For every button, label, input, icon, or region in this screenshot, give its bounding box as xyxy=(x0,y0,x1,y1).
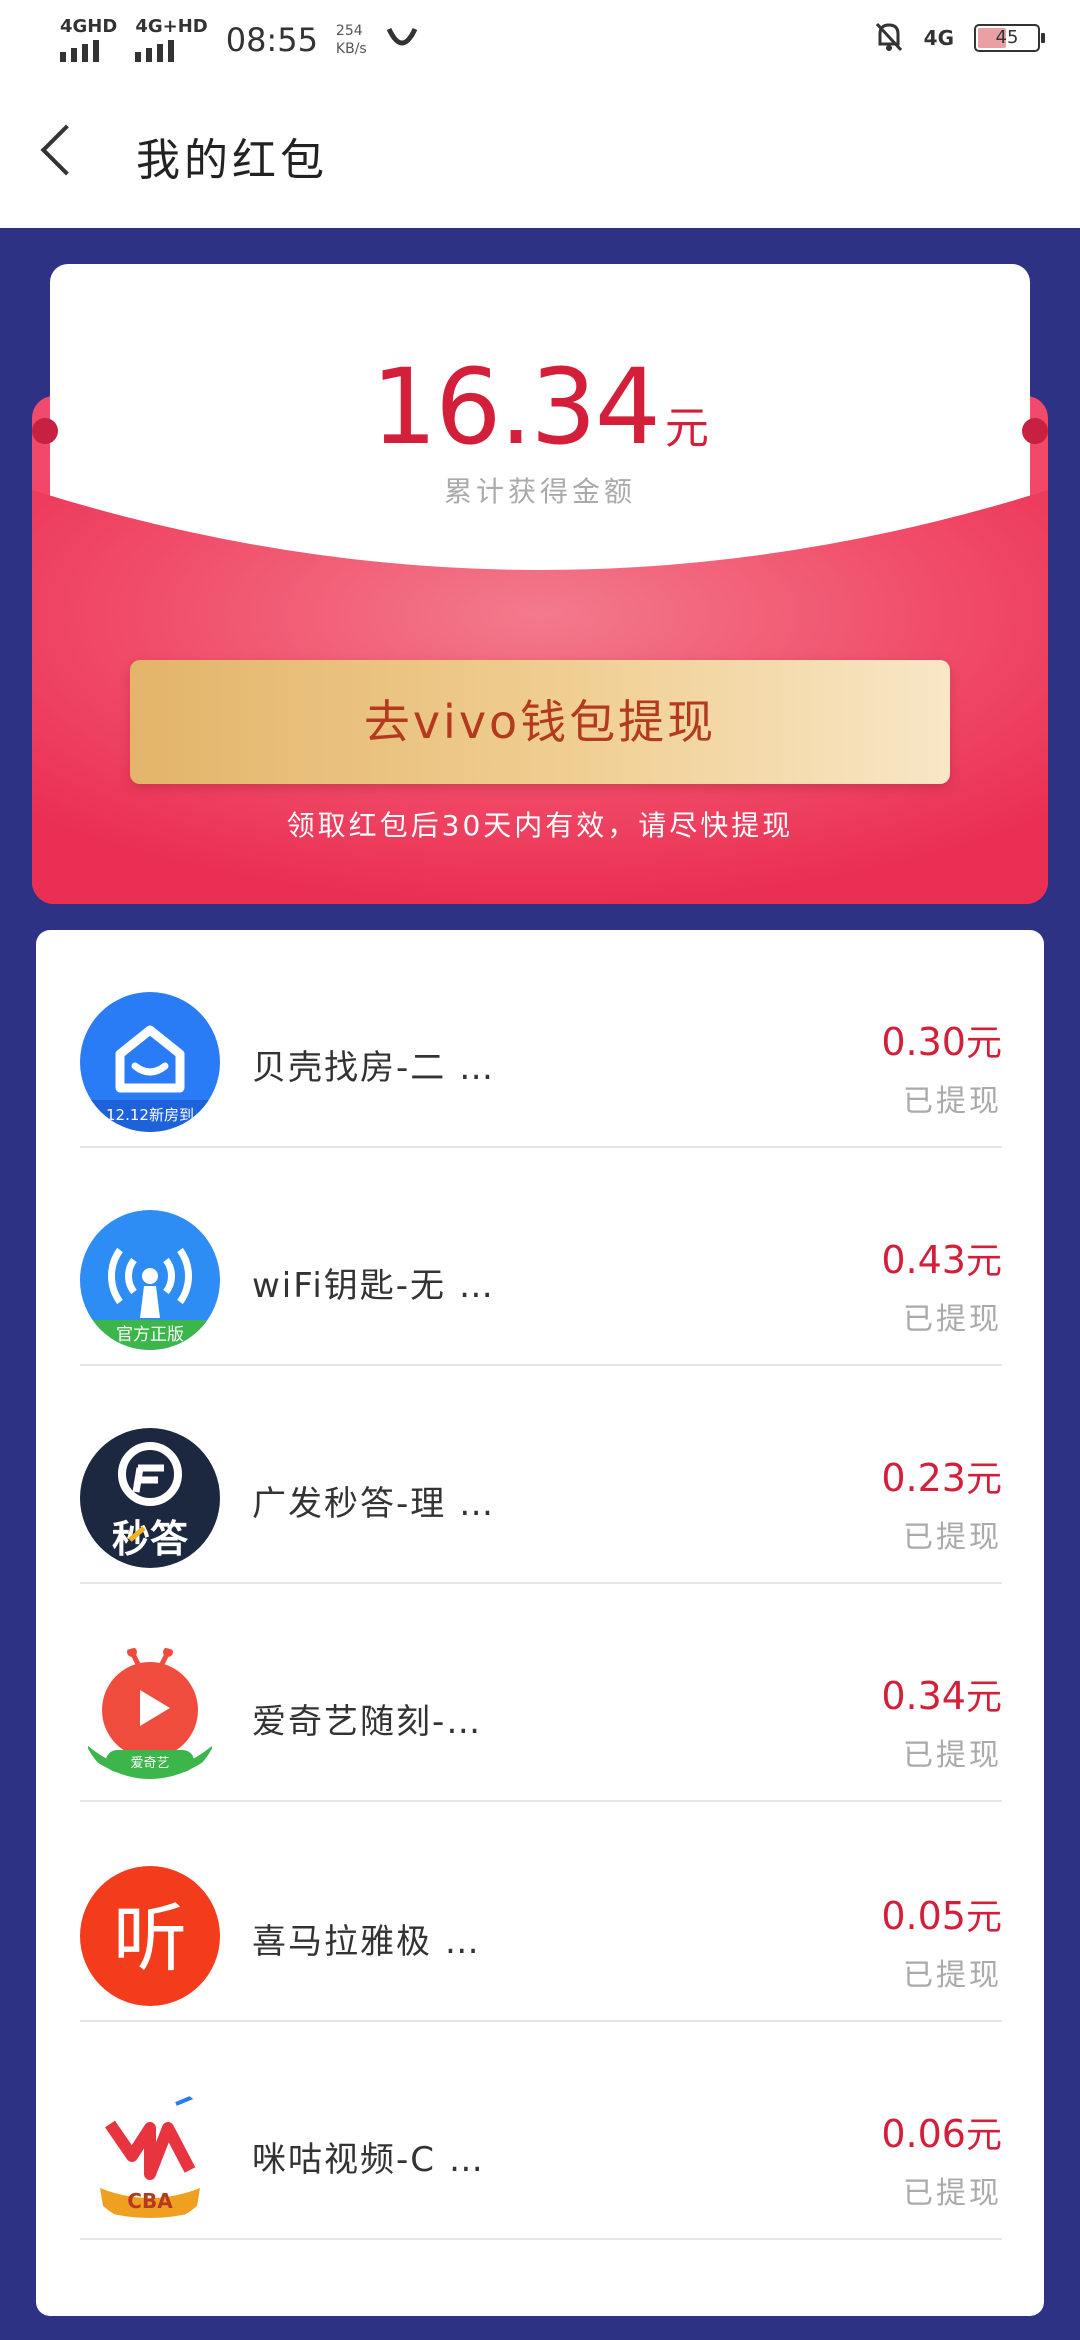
beike-icon-caption: 12.12新房到 xyxy=(106,1106,194,1124)
back-arrow-icon[interactable] xyxy=(40,124,92,176)
validity-tip: 领取红包后30天内有效，请尽快提现 xyxy=(286,809,794,842)
list-item[interactable]: 12.12新房到 贝壳找房-二 … 0.30元 已提现 xyxy=(80,930,1002,1148)
total-amount: 16.34 元 xyxy=(0,346,1080,468)
guangfa-icon-caption: 秒答 xyxy=(112,1517,189,1561)
beike-icon: 12.12新房到 xyxy=(80,992,220,1132)
page-title: 我的红包 xyxy=(136,135,328,186)
bell-muted-icon xyxy=(874,20,904,56)
withdraw-status: 已提现 xyxy=(903,1084,1002,1119)
packet-amount-value: 0.43 xyxy=(881,1238,966,1282)
packet-amount-unit: 元 xyxy=(965,1241,1002,1282)
withdraw-status: 已提现 xyxy=(903,1302,1002,1337)
packet-amount-value: 0.30 xyxy=(881,1020,966,1064)
signal-bars-icon xyxy=(135,40,175,62)
wifi-key-icon-caption: 官方正版 xyxy=(116,1325,184,1345)
packet-amount: 0.43元 xyxy=(881,1232,1002,1284)
net-speed-unit: KB/s xyxy=(335,41,367,57)
packet-amount-value: 0.23 xyxy=(881,1456,966,1500)
list-item[interactable]: 听 喜马拉雅极 … 0.05元 已提现 xyxy=(80,1804,1002,2022)
packet-amount-unit: 元 xyxy=(965,1023,1002,1064)
battery-icon: 45 xyxy=(974,24,1045,52)
withdraw-to-vivo-wallet-button[interactable]: 去vivo钱包提现 xyxy=(130,660,950,784)
app-notification-icon xyxy=(385,23,419,57)
divider xyxy=(80,2238,1002,2240)
divider xyxy=(80,1800,1002,1802)
withdraw-status: 已提现 xyxy=(903,1738,1002,1773)
list-item[interactable]: 爱奇艺 爱奇艺随刻-… 0.34元 已提现 xyxy=(80,1584,1002,1802)
battery-level: 45 xyxy=(995,27,1019,48)
total-amount-unit: 元 xyxy=(664,403,709,454)
red-packet-list: 12.12新房到 贝壳找房-二 … 0.30元 已提现 官方正版 wiFi钥匙-… xyxy=(36,930,1044,2316)
network-type: 4G xyxy=(923,26,954,50)
packet-amount-unit: 元 xyxy=(965,1677,1002,1718)
signal-bars-icon xyxy=(60,40,99,62)
packet-amount-value: 0.06 xyxy=(881,2112,966,2156)
packet-amount: 0.06元 xyxy=(881,2106,1002,2158)
withdraw-status: 已提现 xyxy=(903,1520,1002,1555)
iqiyi-suike-icon: 爱奇艺 xyxy=(80,1646,220,1786)
sim2-signal: 4G+HD xyxy=(135,16,208,62)
packet-amount-unit: 元 xyxy=(965,1897,1002,1938)
clock: 08:55 xyxy=(225,21,318,59)
sim1-label: 4GHD xyxy=(60,16,118,37)
list-item[interactable]: CBA 咪咕视频-C … 0.06元 已提现 xyxy=(80,2022,1002,2240)
status-bar: 4GHD 4G+HD 08:55 254 KB/s 4G 45 xyxy=(0,0,1080,80)
net-speed: 254 KB/s xyxy=(336,22,367,58)
list-item[interactable]: 官方正版 wiFi钥匙-无 … 0.43元 已提现 xyxy=(80,1148,1002,1366)
net-speed-value: 254 xyxy=(335,23,363,39)
packet-amount: 0.30元 xyxy=(881,1014,1002,1066)
total-amount-value: 16.34 xyxy=(371,346,661,468)
app-name: 爱奇艺随刻-… xyxy=(252,1702,483,1742)
header-bar: 我的红包 xyxy=(0,80,1080,228)
app-name: wiFi钥匙-无 … xyxy=(252,1266,495,1306)
migu-video-icon: CBA xyxy=(80,2084,220,2224)
iqiyi-icon-caption: 爱奇艺 xyxy=(130,1755,169,1771)
ximalaya-icon-caption: 听 xyxy=(113,1896,187,1982)
sim1-signal: 4GHD xyxy=(60,18,117,62)
wifi-key-icon: 官方正版 xyxy=(80,1210,220,1350)
packet-amount-unit: 元 xyxy=(965,1459,1002,1500)
total-amount-label: 累计获得金额 xyxy=(443,475,636,508)
packet-amount-value: 0.34 xyxy=(881,1674,966,1718)
packet-amount: 0.05元 xyxy=(881,1888,1002,1940)
packet-amount-value: 0.05 xyxy=(881,1894,966,1938)
withdraw-status: 已提现 xyxy=(903,2176,1002,2211)
guangfa-icon: 秒答 xyxy=(80,1428,220,1568)
app-name: 广发秒答-理 … xyxy=(252,1484,496,1524)
packet-amount-unit: 元 xyxy=(965,2115,1002,2156)
app-name: 咪咕视频-C … xyxy=(252,2140,485,2180)
withdraw-status: 已提现 xyxy=(903,1958,1002,1993)
sim2-label: 4G+HD xyxy=(135,16,208,37)
ximalaya-icon: 听 xyxy=(80,1866,220,2006)
packet-amount: 0.23元 xyxy=(881,1450,1002,1502)
packet-amount: 0.34元 xyxy=(881,1668,1002,1720)
app-name: 喜马拉雅极 … xyxy=(252,1922,481,1962)
migu-icon-caption: CBA xyxy=(127,2189,173,2213)
app-name: 贝壳找房-二 … xyxy=(252,1048,496,1088)
list-item[interactable]: 秒答 广发秒答-理 … 0.23元 已提现 xyxy=(80,1366,1002,1584)
